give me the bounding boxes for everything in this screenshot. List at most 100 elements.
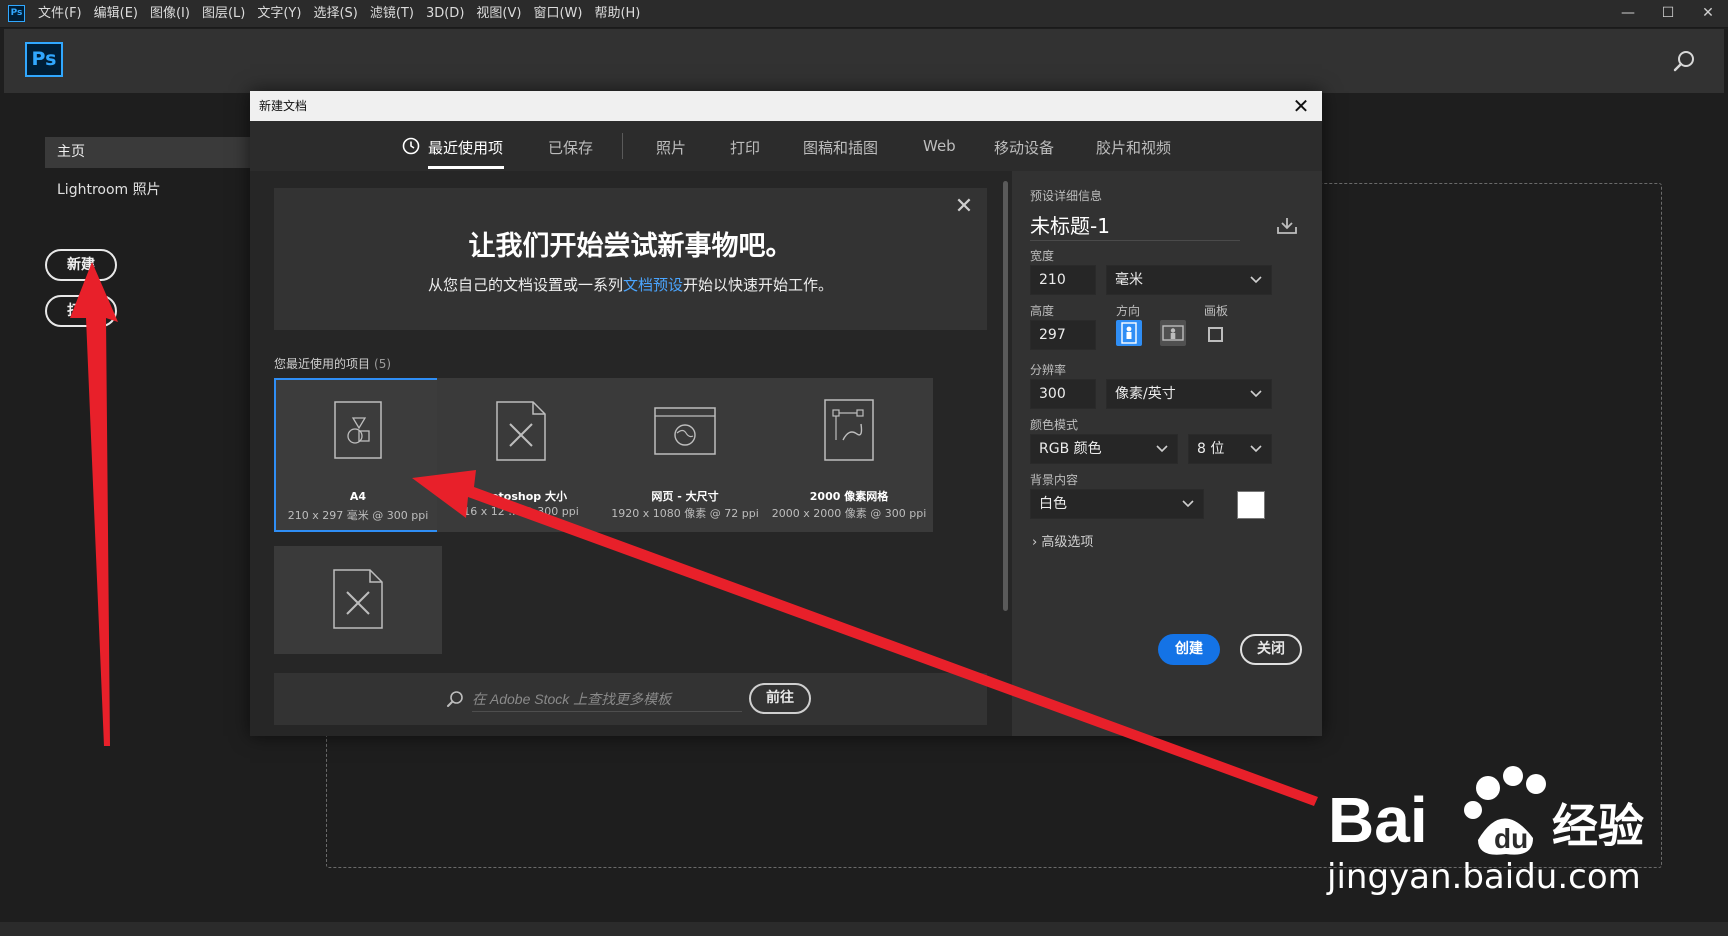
document-name-field[interactable]: 未标题-1 [1030, 211, 1240, 241]
close-window-icon[interactable]: ✕ [1688, 0, 1728, 28]
preset-tabs: 最近使用项 已保存 照片 打印 图稿和插图 Web 移动设备 胶片和视频 [250, 121, 1322, 171]
clock-icon [402, 137, 420, 155]
menu-filter[interactable]: 滤镜(T) [370, 0, 414, 28]
ps-logo: Ps [25, 42, 63, 77]
tab-print[interactable]: 打印 [730, 137, 760, 158]
card-meta: 16 x 12 … @ 300 ppi [463, 505, 579, 518]
width-unit-value: 毫米 [1115, 272, 1143, 288]
resolution-unit-select[interactable]: 像素/英寸 [1106, 379, 1272, 409]
width-unit-select[interactable]: 毫米 [1106, 265, 1272, 295]
height-input[interactable]: 297 [1030, 320, 1096, 350]
artboard-label: 画板 [1204, 304, 1229, 318]
tab-photo[interactable]: 照片 [656, 137, 686, 158]
menu-layer[interactable]: 图层(L) [202, 0, 245, 28]
save-preset-icon[interactable] [1276, 217, 1298, 235]
welcome-banner: ✕ 让我们开始尝试新事物吧。 从您自己的文档设置或一系列文档预设开始以快速开始工… [274, 188, 987, 330]
landscape-icon [1162, 325, 1184, 341]
preset-details-panel: 预设详细信息 未标题-1 宽度 210 毫米 高度 方向 画板 297 分辨率 … [1012, 171, 1322, 736]
sidebar-item-home[interactable]: 主页 [45, 137, 250, 168]
chevron-down-icon [1250, 445, 1262, 453]
tab-web[interactable]: Web [923, 137, 956, 155]
menu-select[interactable]: 选择(S) [313, 0, 357, 28]
color-mode-select[interactable]: RGB 颜色 [1030, 434, 1178, 464]
card-meta: 210 x 297 毫米 @ 300 ppi [287, 509, 429, 522]
preset-card-a4[interactable]: A4 210 x 297 毫米 @ 300 ppi [274, 378, 442, 532]
color-mode-value: RGB 颜色 [1039, 441, 1102, 457]
stock-search-input[interactable] [472, 686, 742, 712]
menu-image[interactable]: 图像(I) [150, 0, 190, 28]
menu-file[interactable]: 文件(F) [38, 0, 82, 28]
chevron-right-icon: › [1032, 535, 1038, 550]
banner-subtitle-after: 开始以快速开始工作。 [683, 276, 834, 294]
menu-window[interactable]: 窗口(W) [533, 0, 582, 28]
background-color-swatch[interactable] [1237, 491, 1265, 519]
menu-type[interactable]: 文字(Y) [257, 0, 301, 28]
watermark-url: jingyan.baidu.com [1327, 857, 1641, 897]
advanced-options-label: 高级选项 [1041, 535, 1094, 550]
resolution-label: 分辨率 [1030, 363, 1067, 377]
color-mode-label: 颜色模式 [1030, 418, 1079, 432]
preset-card-custom[interactable] [274, 546, 442, 654]
window-controls: — ☐ ✕ [1608, 0, 1728, 28]
tab-art-illustration[interactable]: 图稿和插图 [803, 137, 878, 158]
card-meta: 2000 x 2000 像素 @ 300 ppi [771, 507, 927, 520]
app-header: Ps [4, 29, 1724, 93]
bit-depth-select[interactable]: 8 位 [1188, 434, 1272, 464]
banner-subtitle-before: 从您自己的文档设置或一系列 [427, 276, 623, 294]
tab-saved[interactable]: 已保存 [548, 137, 593, 158]
preset-card-2000-grid[interactable]: 2000 像素网格 2000 x 2000 像素 @ 300 ppi [765, 378, 933, 532]
width-input[interactable]: 210 [1030, 265, 1096, 295]
web-doc-icon [654, 407, 716, 455]
watermark-jingyan: 经验 [1552, 799, 1644, 853]
create-button[interactable]: 创建 [1158, 634, 1220, 665]
resolution-input[interactable]: 300 [1030, 379, 1096, 409]
document-presets-link[interactable]: 文档预设 [623, 276, 683, 294]
maximize-icon[interactable]: ☐ [1648, 0, 1688, 28]
goto-button[interactable]: 前往 [749, 683, 811, 714]
grid-doc-icon [824, 399, 874, 461]
orientation-portrait-button[interactable] [1116, 320, 1142, 346]
recent-count: (5) [374, 357, 392, 371]
arrow-up-annotation [70, 262, 118, 746]
dialog-close-icon[interactable]: ✕ [1286, 91, 1316, 121]
search-icon[interactable] [1672, 49, 1696, 73]
card-name: Photoshop 大小 [475, 490, 567, 503]
watermark-bai: Bai [1328, 784, 1428, 856]
preset-card-web-large[interactable]: 网页 - 大尺寸 1920 x 1080 像素 @ 72 ppi [601, 378, 769, 532]
tab-mobile[interactable]: 移动设备 [994, 137, 1054, 158]
new-button[interactable]: 新建 [45, 249, 117, 281]
menu-list: 文件(F) 编辑(E) 图像(I) 图层(L) 文字(Y) 选择(S) 滤镜(T… [38, 0, 652, 28]
details-heading: 预设详细信息 [1030, 189, 1103, 203]
preset-card-photoshop-size[interactable]: Photoshop 大小 16 x 12 … @ 300 ppi [437, 378, 605, 532]
dialog-title: 新建文档 [250, 91, 1322, 121]
tab-film-video[interactable]: 胶片和视频 [1096, 137, 1171, 158]
banner-close-icon[interactable]: ✕ [953, 196, 975, 218]
minimize-icon[interactable]: — [1608, 0, 1648, 28]
a4-doc-icon [334, 401, 382, 459]
close-button[interactable]: 关闭 [1240, 634, 1302, 665]
open-button[interactable]: 打开 [45, 295, 117, 327]
sidebar-item-lightroom[interactable]: Lightroom 照片 [57, 179, 161, 199]
recent-label-text: 您最近使用的项目 [274, 357, 371, 371]
status-strip [0, 922, 1728, 936]
search-icon [447, 691, 463, 707]
custom-doc-icon [333, 569, 383, 629]
advanced-options-toggle[interactable]: › 高级选项 [1032, 531, 1093, 550]
tab-recent[interactable]: 最近使用项 [428, 137, 503, 158]
artboard-checkbox[interactable] [1208, 327, 1223, 342]
menu-3d[interactable]: 3D(D) [426, 0, 464, 28]
orientation-label: 方向 [1116, 304, 1141, 318]
chevron-down-icon [1250, 276, 1262, 284]
background-label: 背景内容 [1030, 473, 1079, 487]
card-name: 网页 - 大尺寸 [651, 490, 719, 503]
tab-separator [622, 133, 623, 159]
orientation-landscape-button[interactable] [1160, 320, 1186, 346]
menu-help[interactable]: 帮助(H) [594, 0, 640, 28]
scrollbar[interactable] [1003, 181, 1008, 611]
height-label: 高度 [1030, 304, 1055, 318]
card-meta: 1920 x 1080 像素 @ 72 ppi [611, 507, 759, 520]
menu-view[interactable]: 视图(V) [476, 0, 521, 28]
menu-edit[interactable]: 编辑(E) [94, 0, 138, 28]
background-select[interactable]: 白色 [1030, 489, 1204, 519]
background-value: 白色 [1039, 496, 1067, 512]
